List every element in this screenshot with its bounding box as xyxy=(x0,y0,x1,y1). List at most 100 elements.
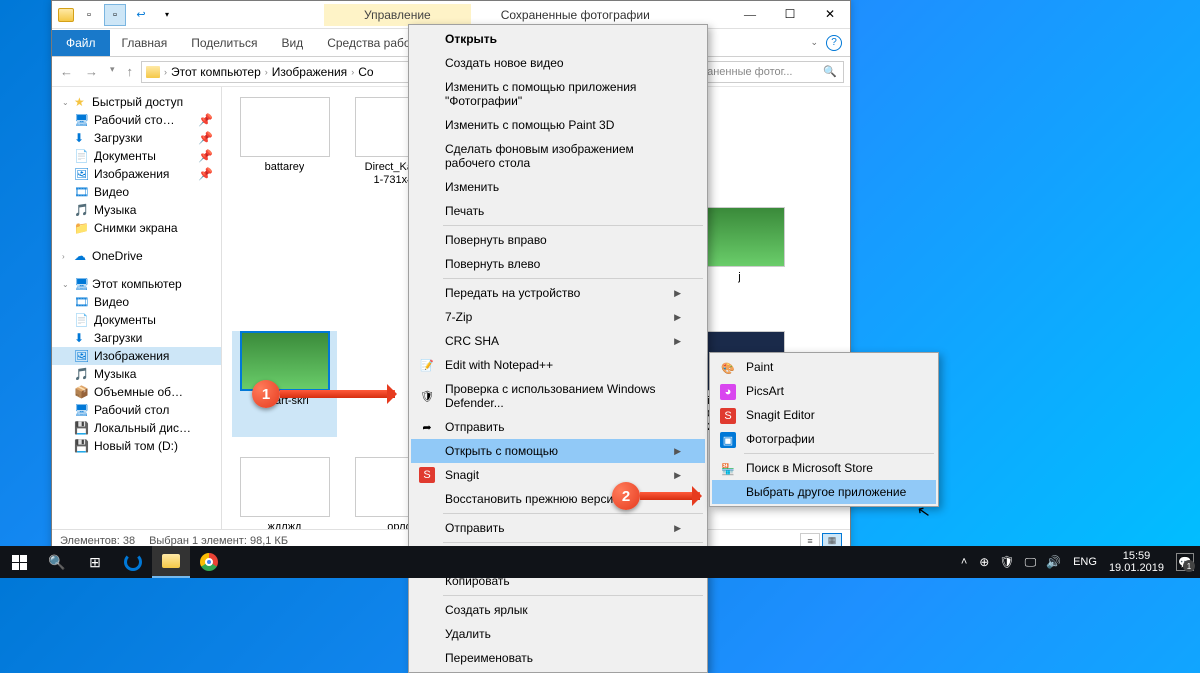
qat-new[interactable]: ▫ xyxy=(104,4,126,26)
menu-label: Открыть xyxy=(445,32,497,46)
search-input[interactable]: раненные фотог... 🔍 xyxy=(694,61,844,83)
sidebar-item[interactable]: 🖥Рабочий сто…📌 xyxy=(52,111,221,129)
qat-props[interactable]: ▫ xyxy=(78,4,100,26)
window-title: Сохраненные фотографии xyxy=(471,8,650,22)
context-menu-item[interactable]: Изменить с помощью Paint 3D xyxy=(411,113,705,137)
submenu-item[interactable]: 🎨Paint xyxy=(712,355,936,379)
sidebar-item[interactable]: ⬇Загрузки📌 xyxy=(52,129,221,147)
sidebar-item-selected[interactable]: 🖼Изображения xyxy=(52,347,221,365)
context-menu-item[interactable]: Отправить▶ xyxy=(411,516,705,540)
breadcrumb-part[interactable]: Изображения xyxy=(272,65,347,79)
sidebar-item[interactable]: 🎵Музыка xyxy=(52,201,221,219)
context-menu-item[interactable]: CRC SHA▶ xyxy=(411,329,705,353)
context-menu-item[interactable]: Изменить с помощью приложения "Фотографи… xyxy=(411,75,705,113)
submenu-item[interactable]: ◕PicsArt xyxy=(712,379,936,403)
tray-icon[interactable]: 🛡 xyxy=(999,555,1014,569)
system-tray: ⊕ 🛡 🖵 🔊 xyxy=(979,555,1061,570)
context-menu-item[interactable]: Повернуть вправо xyxy=(411,228,705,252)
qat-undo[interactable]: ↩ xyxy=(130,4,152,26)
menu-label: PicsArt xyxy=(746,384,784,398)
annotation-2: 2 xyxy=(612,482,700,510)
volume-icon[interactable]: 🔊 xyxy=(1046,555,1061,569)
submenu-item[interactable]: ▣Фотографии xyxy=(712,427,936,451)
sidebar-thispc[interactable]: ⌄🖥Этот компьютер xyxy=(52,275,221,293)
file-label: j xyxy=(738,271,740,284)
menu-icon: 🏪 xyxy=(720,461,736,477)
context-menu-item[interactable]: Открыть xyxy=(411,27,705,51)
recent-dropdown[interactable]: ▾ xyxy=(108,62,117,81)
context-menu-item[interactable]: Открыть с помощью▶ xyxy=(411,439,705,463)
sidebar-item[interactable]: 📄Документы xyxy=(52,311,221,329)
help-icon[interactable]: ? xyxy=(826,35,842,51)
qat-dropdown[interactable]: ▾ xyxy=(156,4,178,26)
sidebar-item[interactable]: 📁Снимки экрана xyxy=(52,219,221,237)
sidebar-item[interactable]: 📄Документы📌 xyxy=(52,147,221,165)
sidebar-item[interactable]: 🖼Изображения📌 xyxy=(52,165,221,183)
edge-button[interactable] xyxy=(114,546,152,578)
menu-label: Сделать фоновым изображением рабочего ст… xyxy=(445,142,681,170)
ribbon-collapse-icon[interactable]: ⌄ xyxy=(810,37,818,48)
tray-icon[interactable]: 🖵 xyxy=(1025,555,1037,570)
sidebar-item[interactable]: 🎵Музыка xyxy=(52,365,221,383)
ribbon-tab[interactable]: Главная xyxy=(110,30,180,56)
up-button[interactable]: ↑ xyxy=(125,62,136,81)
context-menu-item[interactable]: Переименовать xyxy=(411,646,705,670)
tray-chevron-icon[interactable]: ˄ xyxy=(961,556,967,568)
close-button[interactable]: ✕ xyxy=(810,1,850,29)
sidebar-item[interactable]: 💾Локальный дис… xyxy=(52,419,221,437)
file-tab[interactable]: Файл xyxy=(52,30,110,56)
submenu-item[interactable]: Выбрать другое приложение xyxy=(712,480,936,504)
context-menu-item[interactable]: Создать ярлык xyxy=(411,598,705,622)
window-controls: — ☐ ✕ xyxy=(730,1,850,29)
sidebar-item[interactable]: 🖥Рабочий стол xyxy=(52,401,221,419)
submenu-item[interactable]: 🏪Поиск в Microsoft Store xyxy=(712,456,936,480)
maximize-button[interactable]: ☐ xyxy=(770,1,810,29)
sidebar-item[interactable]: 📦Объемные об… xyxy=(52,383,221,401)
minimize-button[interactable]: — xyxy=(730,1,770,29)
context-menu-item[interactable]: Создать новое видео xyxy=(411,51,705,75)
notification-button[interactable]: 💬1 xyxy=(1176,553,1194,571)
menu-label: Выбрать другое приложение xyxy=(746,485,906,499)
context-menu-item[interactable]: 📝Edit with Notepad++ xyxy=(411,353,705,377)
sidebar-item[interactable]: 💾Новый том (D:) xyxy=(52,437,221,455)
ribbon-tab[interactable]: Поделиться xyxy=(179,30,269,56)
file-label: battarey xyxy=(265,161,305,174)
chrome-button[interactable] xyxy=(190,546,228,578)
submenu-arrow-icon: ▶ xyxy=(674,446,681,457)
context-menu-item[interactable]: Передать на устройство▶ xyxy=(411,281,705,305)
file-item[interactable]: battarey xyxy=(232,97,337,187)
tray-icon[interactable]: ⊕ xyxy=(979,555,989,569)
sidebar-item[interactable]: ⬇Загрузки xyxy=(52,329,221,347)
thumbnail xyxy=(240,457,330,517)
sidebar-onedrive[interactable]: ›☁OneDrive xyxy=(52,247,221,265)
sidebar-quick-access[interactable]: ⌄★Быстрый доступ xyxy=(52,93,221,111)
file-item[interactable]: ждлжд xyxy=(232,457,337,531)
forward-button[interactable]: → xyxy=(83,62,100,81)
taskview-button[interactable]: ⊞ xyxy=(76,546,114,578)
breadcrumb-part[interactable]: Со xyxy=(358,65,373,79)
context-menu-item[interactable]: Удалить xyxy=(411,622,705,646)
context-tab[interactable]: Управление xyxy=(324,4,471,26)
breadcrumb-part[interactable]: Этот компьютер xyxy=(171,65,261,79)
context-menu-item[interactable]: Изменить xyxy=(411,175,705,199)
context-menu-item[interactable]: Сделать фоновым изображением рабочего ст… xyxy=(411,137,705,175)
context-menu-item[interactable]: ➦Отправить xyxy=(411,415,705,439)
clock[interactable]: 15:59 19.01.2019 xyxy=(1109,550,1164,574)
context-menu-item[interactable]: Повернуть влево xyxy=(411,252,705,276)
menu-label: CRC SHA xyxy=(445,334,499,348)
back-button[interactable]: ← xyxy=(58,62,75,81)
explorer-button[interactable] xyxy=(152,546,190,578)
sidebar-item[interactable]: 🎞Видео xyxy=(52,293,221,311)
search-button[interactable]: 🔍 xyxy=(38,546,76,578)
context-menu-item[interactable]: Печать xyxy=(411,199,705,223)
language-indicator[interactable]: ENG xyxy=(1073,556,1097,568)
ribbon-tab[interactable]: Вид xyxy=(269,30,315,56)
context-menu-item[interactable]: 🛡Проверка с использованием Windows Defen… xyxy=(411,377,705,415)
nav-arrows: ← → ▾ ↑ xyxy=(58,62,135,81)
context-menu-item[interactable]: 7-Zip▶ xyxy=(411,305,705,329)
menu-icon: ➦ xyxy=(419,419,435,435)
submenu-item[interactable]: SSnagit Editor xyxy=(712,403,936,427)
sidebar-item[interactable]: 🎞Видео xyxy=(52,183,221,201)
menu-icon: S xyxy=(419,467,435,483)
start-button[interactable] xyxy=(0,546,38,578)
